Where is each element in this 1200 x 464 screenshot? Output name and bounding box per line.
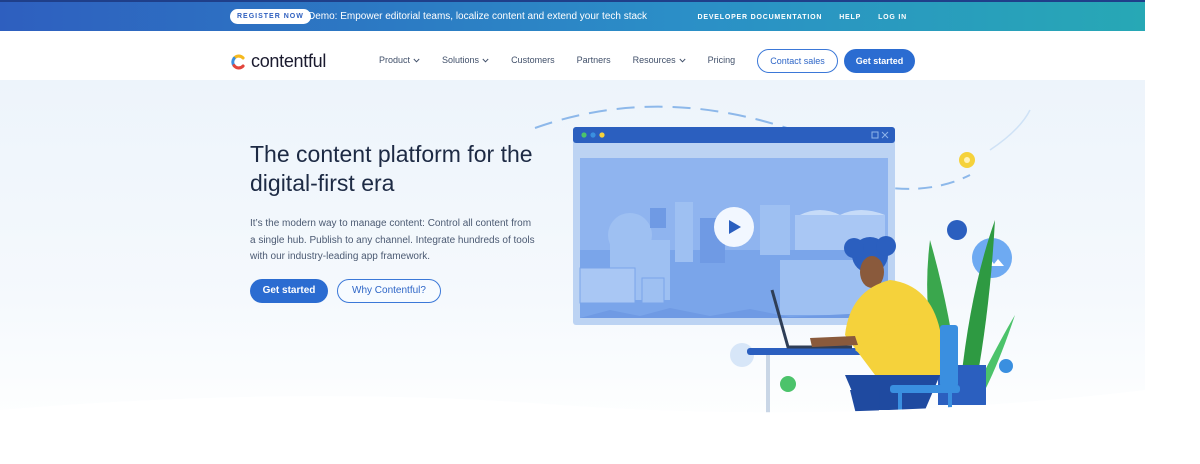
nav-item-label: Product [379, 55, 411, 65]
get-started-hero-button[interactable]: Get started [250, 279, 328, 303]
chevron-down-icon [413, 58, 420, 63]
why-contentful-button[interactable]: Why Contentful? [337, 279, 441, 303]
nav-item-pricing[interactable]: Pricing [708, 55, 736, 65]
nav-item-label: Customers [511, 55, 555, 65]
orbit-arc [989, 109, 1031, 151]
register-now-badge[interactable]: REGISTER NOW [230, 9, 311, 24]
top-banner: REGISTER NOW Demo: Empower editorial tea… [0, 0, 1145, 31]
nav-item-label: Pricing [707, 55, 736, 65]
contentful-logo[interactable]: contentful [230, 51, 326, 72]
nav-item-resources[interactable]: Resources [633, 55, 686, 65]
hero-description: It’s the modern way to manage content: C… [250, 218, 535, 262]
nav-item-solutions[interactable]: Solutions [442, 55, 489, 65]
browser-window [573, 127, 895, 325]
log-in-link[interactable]: LOG IN [878, 14, 907, 21]
contact-sales-button[interactable]: Contact sales [757, 49, 838, 73]
bottom-wave [0, 390, 1145, 440]
page: REGISTER NOW Demo: Empower editorial tea… [0, 0, 1145, 440]
nav-item-product[interactable]: Product [379, 55, 420, 65]
nav-item-customers[interactable]: Customers [511, 55, 555, 65]
help-link[interactable]: HELP [839, 14, 861, 21]
banner-message[interactable]: Demo: Empower editorial teams, localize … [308, 10, 647, 24]
nav-item-partners[interactable]: Partners [577, 55, 611, 65]
logo-text: contentful [251, 51, 327, 71]
banner-links: DEVELOPER DOCUMENTATION HELP LOG IN [698, 2, 908, 33]
chevron-down-icon [679, 58, 686, 63]
nav-menu: Product Solutions Customers Partners Res… [379, 55, 735, 65]
nav-item-label: Partners [576, 55, 611, 65]
nav-item-label: Solutions [442, 55, 480, 65]
developer-documentation-link[interactable]: DEVELOPER DOCUMENTATION [698, 14, 823, 21]
contentful-logo-icon [231, 54, 245, 69]
chevron-down-icon [482, 58, 489, 63]
main-nav: contentful Product Solutions Customers P… [0, 31, 1145, 91]
get-started-nav-button[interactable]: Get started [844, 49, 915, 73]
hero-title: The content platform for the digital-fir… [250, 141, 533, 196]
nav-item-label: Resources [632, 55, 676, 65]
